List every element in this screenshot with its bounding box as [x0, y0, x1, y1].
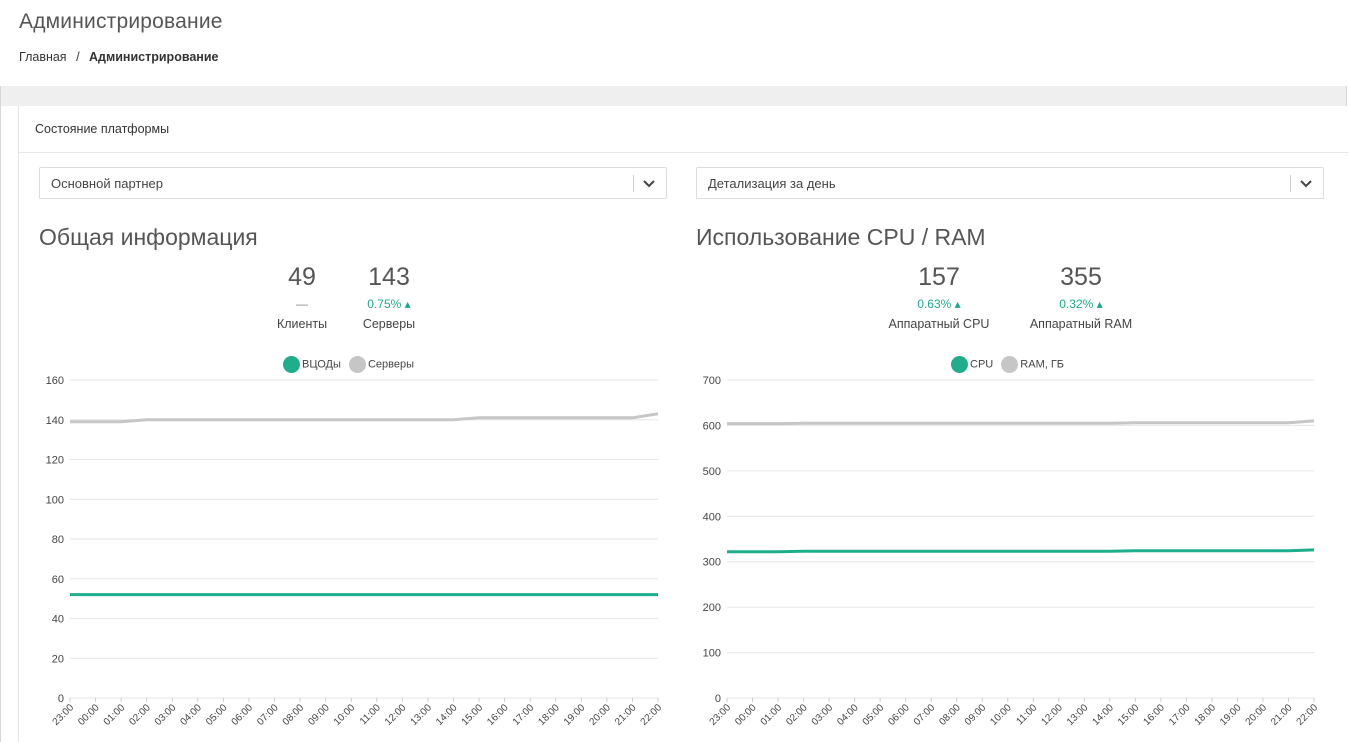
stat-ram: 355 0.32% ▴ Аппаратный RAM — [1019, 263, 1143, 331]
legend-dot-icon — [1001, 356, 1019, 373]
breadcrumb-current: Администрирование — [89, 50, 219, 64]
partner-select-value: Основной партнер — [51, 176, 164, 191]
period-select-value: Детализация за день — [708, 176, 836, 191]
stat-value: 49 — [288, 263, 316, 291]
stat-delta: 0.75% ▴ — [367, 297, 411, 311]
stat-servers: 143 0.75% ▴ Серверы — [349, 263, 429, 331]
legend-label: RAM, ГБ — [1020, 358, 1065, 371]
stat-delta: 0.63% ▴ — [917, 297, 961, 311]
chevron-down-icon[interactable] — [639, 173, 659, 193]
breadcrumb-separator: / — [76, 50, 80, 64]
legend-item[interactable]: RAM, ГБ — [1001, 356, 1064, 373]
partner-select[interactable]: Основной партнер — [39, 167, 667, 199]
panel-divider — [19, 152, 1348, 153]
stat-label: Аппаратный RAM — [1029, 317, 1133, 331]
legend-label: Серверы — [367, 358, 415, 371]
stat-label: Клиенты — [276, 317, 328, 331]
period-select[interactable]: Детализация за день — [696, 167, 1324, 199]
stat-value: 355 — [1060, 263, 1102, 291]
page-title: Администрирование — [19, 10, 223, 33]
chevron-down-icon[interactable] — [1296, 173, 1316, 193]
stat-clients: 49 — Клиенты — [262, 263, 342, 331]
legend-label: ВЦОДы — [302, 358, 341, 371]
general-info-title: Общая информация — [39, 224, 258, 250]
page-header: Администрирование Главная / Администриро… — [0, 0, 1349, 86]
legend-dot-icon — [951, 356, 968, 373]
legend-dot-icon — [348, 356, 366, 373]
stat-cpu: 157 0.63% ▴ Аппаратный CPU — [879, 263, 999, 331]
stat-value: 157 — [918, 263, 960, 291]
stat-delta: 0.32% ▴ — [1059, 297, 1103, 311]
breadcrumb: Главная / Администрирование — [19, 50, 218, 64]
legend-dot-icon — [283, 356, 300, 373]
legend-item[interactable]: CPU — [951, 356, 993, 373]
legend-item[interactable]: ВЦОДы — [283, 356, 341, 373]
select-separator — [1290, 175, 1291, 192]
stat-delta: — — [296, 297, 308, 311]
usage-title: Использование CPU / RAM — [696, 224, 986, 250]
platform-status-panel: Состояние платформы Основной партнер Дет… — [18, 106, 1348, 742]
chart-legend: CPU RAM, ГБ — [951, 356, 1069, 373]
stat-label: Серверы — [362, 317, 416, 331]
stat-label: Аппаратный CPU — [888, 317, 990, 331]
chart-legend: ВЦОДы Серверы — [283, 356, 419, 373]
select-separator — [633, 175, 634, 192]
breadcrumb-home-link[interactable]: Главная — [19, 50, 67, 64]
stat-value: 143 — [368, 263, 410, 291]
panel-title: Состояние платформы — [35, 122, 170, 136]
content-background — [1, 86, 1346, 106]
legend-label: CPU — [970, 358, 994, 371]
legend-item[interactable]: Серверы — [348, 356, 415, 373]
